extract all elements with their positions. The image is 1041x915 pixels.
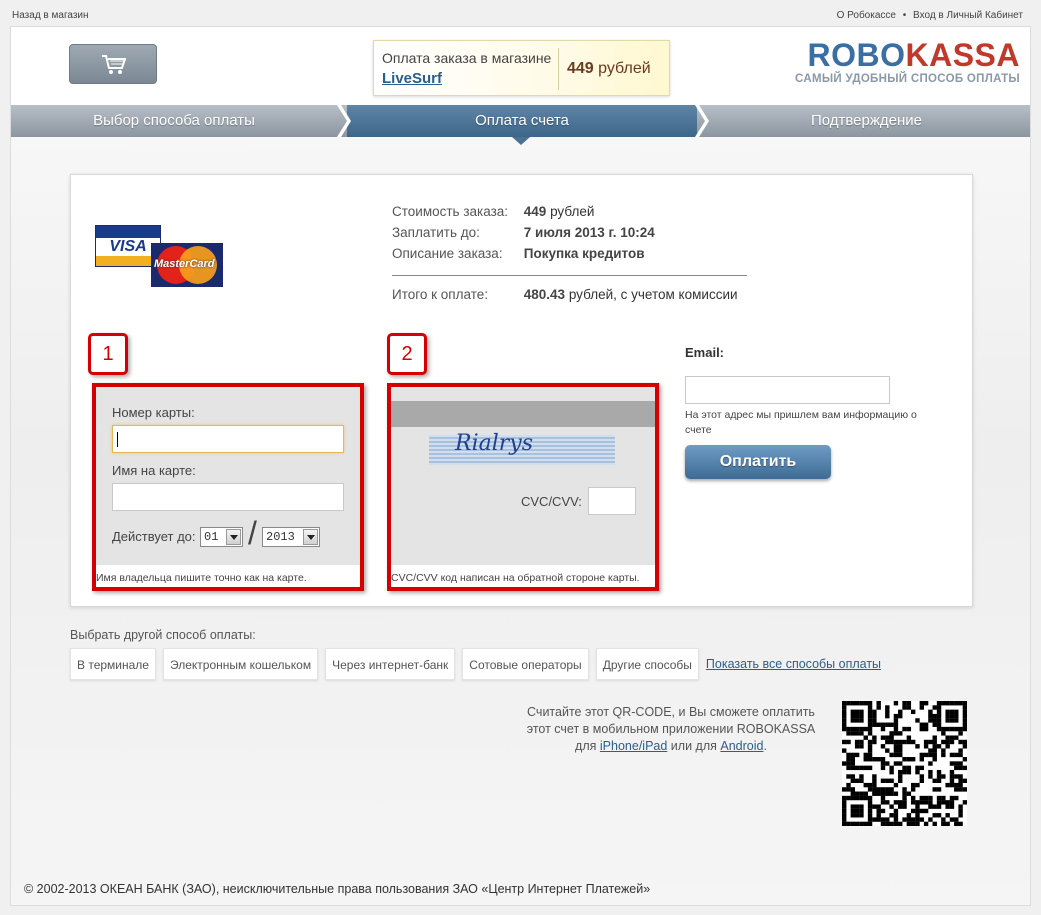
expiry-year-select[interactable]: 2013	[262, 527, 320, 547]
total-row: Итого к оплате: 480.43 рублей, с учетом …	[392, 284, 747, 305]
email-note: На этот адрес мы пришлем вам информацию …	[685, 409, 917, 436]
step-chevron-icon	[695, 105, 709, 137]
chevron-down-icon	[226, 529, 241, 545]
step-pay-invoice: Оплата счета	[347, 105, 697, 137]
cost-unit: рублей	[550, 204, 595, 219]
footer-copyright: © 2002-2013 ОКЕАН БАНК (ЗАО), неисключит…	[24, 882, 651, 896]
qr-text-line-1: Считайте этот QR-CODE, и Вы сможете опла…	[527, 705, 815, 719]
progress-steps: Выбор способа оплаты Оплата счета Подтве…	[11, 105, 1030, 137]
order-label: Оплата заказа в магазине	[382, 50, 552, 66]
show-all-methods-link[interactable]: Показать все способы оплаты	[706, 648, 881, 680]
pay-button[interactable]: Оплатить	[685, 445, 831, 479]
qr-code-icon	[842, 701, 967, 826]
due-value: 7 июля 2013 г. 10:24	[523, 225, 655, 240]
mastercard-logo-icon: MasterCard	[151, 243, 223, 287]
qr-text-line-3: для iPhone/iPad или для Android.	[516, 738, 826, 755]
desc-label: Описание заказа:	[392, 246, 503, 261]
annotation-badge-2: 2	[387, 333, 427, 375]
top-right-links: О Робокассе • Вход в Личный Кабинет	[833, 10, 1023, 21]
logo-robo: ROBO	[807, 37, 906, 73]
cvc-input[interactable]	[588, 487, 636, 515]
cost-label: Стоимость заказа:	[392, 204, 509, 219]
card-number-input[interactable]	[112, 425, 344, 453]
method-ewallet-button[interactable]: Электронным кошельком	[162, 648, 319, 680]
logo-kassa: KASSA	[905, 37, 1020, 73]
cardholder-note: Имя владельца пишите точно как на карте.	[96, 572, 307, 584]
qr-text-line-2: этот счет в мобильном приложении ROBOKAS…	[526, 722, 816, 736]
method-internet-bank-button[interactable]: Через интернет-банк	[325, 648, 456, 680]
order-info: Стоимость заказа: 449 рублей Заплатить д…	[392, 201, 747, 305]
email-input[interactable]	[685, 376, 890, 404]
order-amount: 449 рублей	[567, 60, 651, 78]
annotation-badge-1: 1	[88, 333, 128, 375]
step-choose-method: Выбор способа оплаты	[93, 112, 255, 129]
expiry-slash: /	[248, 515, 257, 551]
due-date-row: Заплатить до: 7 июля 2013 г. 10:24	[392, 222, 747, 243]
cardholder-input[interactable]	[112, 483, 344, 511]
divider	[392, 275, 747, 276]
expiry-month-select[interactable]: 01	[200, 527, 243, 547]
email-label: Email:	[685, 345, 725, 360]
order-amount-value: 449	[567, 60, 594, 77]
card-details-form: Номер карты: Имя на карте: Действует до:…	[92, 383, 364, 591]
order-cost-row: Стоимость заказа: 449 рублей	[392, 201, 747, 222]
robokassa-logo[interactable]: ROBOKASSA САМЫЙ УДОБНЫЙ СПОСОБ ОПЛАТЫ	[795, 39, 1020, 85]
desc-value: Покупка кредитов	[523, 246, 645, 261]
signature-strip: Rialrys	[429, 431, 615, 465]
qr-text-or-for: или для	[670, 739, 717, 753]
cardholder-label: Имя на карте:	[112, 463, 196, 478]
cart-icon	[102, 55, 127, 74]
expiry-label: Действует до:	[112, 529, 196, 544]
expiry-year-value: 2013	[266, 530, 295, 544]
method-mobile-operators-button[interactable]: Сотовые операторы	[462, 648, 589, 680]
chevron-down-icon	[303, 529, 318, 545]
payment-card-panel: VISA MasterCard Стоимость заказа: 449 ру…	[70, 174, 973, 607]
card-form-body: Номер карты: Имя на карте: Действует до:…	[96, 387, 360, 565]
login-link[interactable]: Вход в Личный Кабинет	[913, 10, 1023, 21]
other-methods-list: В терминале Электронным кошельком Через ин…	[70, 648, 881, 680]
expiry-month-value: 01	[204, 530, 219, 544]
description-row: Описание заказа: Покупка кредитов	[392, 243, 747, 264]
step-chevron-icon	[337, 105, 351, 137]
due-label: Заплатить до:	[392, 225, 480, 240]
page-container: Оплата заказа в магазине LiveSurf 449 ру…	[10, 26, 1031, 906]
top-bar: Назад в магазин О Робокассе • Вход в Лич…	[0, 0, 1041, 26]
method-terminal-button[interactable]: В терминале	[70, 648, 156, 680]
order-summary-box: Оплата заказа в магазине LiveSurf 449 ру…	[373, 40, 670, 96]
signature-text: Rialrys	[455, 431, 533, 456]
logo-tagline: САМЫЙ УДОБНЫЙ СПОСОБ ОПЛАТЫ	[795, 73, 1020, 85]
cost-value: 449	[523, 204, 547, 219]
magnetic-stripe	[391, 401, 655, 427]
qr-text-for: для	[575, 739, 597, 753]
cvc-label: CVC/CVV:	[521, 494, 582, 509]
text-caret	[117, 432, 118, 447]
iphone-link[interactable]: iPhone/iPad	[600, 739, 667, 753]
other-methods-label: Выбрать другой способ оплаты:	[70, 628, 256, 642]
qr-text-period: .	[763, 739, 767, 753]
cart-button[interactable]	[69, 44, 157, 84]
step-confirmation: Подтверждение	[810, 112, 923, 129]
mastercard-text: MasterCard	[154, 258, 215, 270]
cvc-form: Rialrys CVC/CVV: CVC/CVV код написан на …	[387, 383, 659, 591]
qr-description: Считайте этот QR-CODE, и Вы сможете опла…	[516, 704, 826, 755]
separator-dot: •	[902, 10, 907, 21]
cvc-form-body: Rialrys CVC/CVV:	[391, 387, 655, 565]
back-to-shop-link[interactable]: Назад в магазин	[12, 10, 89, 21]
total-value: 480.43	[523, 287, 566, 302]
active-step-pointer-icon	[512, 137, 530, 145]
card-number-label: Номер карты:	[112, 405, 195, 420]
method-other-button[interactable]: Другие способы	[595, 648, 699, 680]
total-suffix: рублей, с учетом комиссии	[568, 287, 738, 302]
total-label: Итого к оплате:	[392, 287, 488, 302]
order-box-divider	[558, 48, 559, 90]
order-amount-unit: рублей	[598, 60, 651, 77]
about-robokassa-link[interactable]: О Робокассе	[837, 10, 896, 21]
android-link[interactable]: Android	[720, 739, 763, 753]
shop-name-link[interactable]: LiveSurf	[382, 70, 442, 87]
cvc-note: CVC/CVV код написан на обратной стороне …	[391, 572, 640, 584]
